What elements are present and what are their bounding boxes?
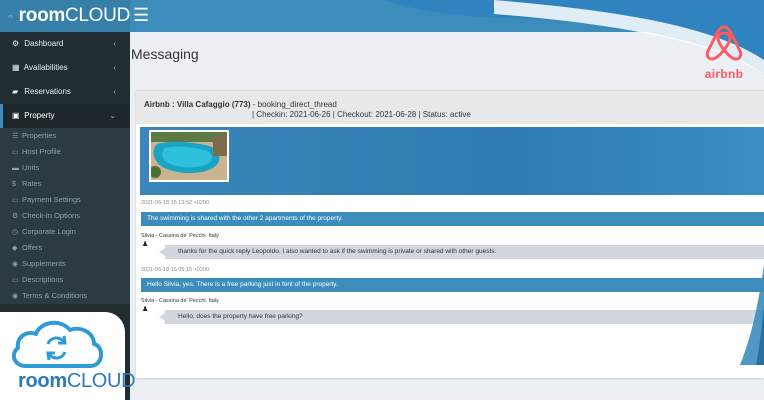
thread-details: | Checkin: 2021-06-26 | Checkout: 2021-0… bbox=[252, 110, 471, 119]
dashboard-icon: ⚙ bbox=[12, 39, 20, 48]
guest-message: thanks for the quick reply Leopoldo. I a… bbox=[159, 245, 764, 259]
id-card-icon: ▭ bbox=[12, 149, 19, 156]
chevron-left-icon: ‹ bbox=[113, 87, 116, 96]
pool-photo[interactable] bbox=[149, 130, 229, 182]
list-icon: ☰ bbox=[12, 133, 19, 140]
clock-icon: ◷ bbox=[12, 229, 19, 236]
sidebar-item-dashboard[interactable]: ⚙ Dashboard ‹ bbox=[0, 32, 130, 56]
sidebar-item-terms-conditions[interactable]: ◉ Terms & Conditions bbox=[0, 288, 130, 304]
airbnb-wordmark: airbnb bbox=[704, 67, 744, 81]
sidebar-item-label: Supplements bbox=[22, 259, 66, 268]
user-icon: ♟ bbox=[142, 306, 149, 313]
sidebar-item-label: Payment Settings bbox=[22, 195, 81, 204]
thread-header: Airbnb : Villa Cafaggio (773) - booking_… bbox=[136, 90, 764, 124]
book-icon: ▰ bbox=[12, 87, 19, 96]
sidebar-item-label: Dashboard bbox=[24, 39, 64, 48]
app-root: { "brand": { "bold": "room", "thin": "CL… bbox=[0, 0, 764, 400]
calendar-icon: ▦ bbox=[12, 63, 20, 72]
thread-title: Airbnb : Villa Cafaggio (773) - booking_… bbox=[144, 100, 764, 109]
credit-card-icon: ▭ bbox=[12, 197, 19, 204]
sidebar-item-host-profile[interactable]: ▭ Host Profile bbox=[0, 144, 130, 160]
sidebar-item-offers[interactable]: ◆ Offers bbox=[0, 240, 130, 256]
main-content: Messaging Airbnb : Villa Cafaggio (773) … bbox=[130, 32, 764, 400]
sidebar-item-label: Units bbox=[22, 163, 40, 172]
guest-message: Hello, does the property have free parki… bbox=[159, 310, 764, 324]
chevron-left-icon: ‹ bbox=[113, 39, 116, 48]
sidebar-item-supplements[interactable]: ◉ Supplements bbox=[0, 256, 130, 272]
sidebar-item-label: Corporate Login bbox=[22, 227, 76, 236]
page-title: Messaging bbox=[131, 46, 199, 62]
tag-icon: ◆ bbox=[12, 245, 18, 252]
sidebar-item-properties[interactable]: ☰ Properties bbox=[0, 128, 130, 144]
menu-toggle-icon[interactable]: ☰ bbox=[133, 4, 151, 26]
sidebar-item-label: Terms & Conditions bbox=[22, 291, 88, 300]
sidebar-item-label: Property bbox=[24, 111, 55, 120]
sidebar-item-corporate-login[interactable]: ◷ Corporate Login bbox=[0, 224, 130, 240]
airbnb-belo-icon bbox=[705, 25, 743, 61]
cloud-sync-icon bbox=[11, 320, 103, 368]
gavel-icon: ◉ bbox=[12, 293, 19, 300]
guest-name: Silvia - Cassina de' Pecchi, Italy bbox=[141, 233, 219, 239]
attachments-panel bbox=[140, 127, 764, 195]
message-thread-box: Airbnb : Villa Cafaggio (773) - booking_… bbox=[136, 90, 764, 378]
sidebar-item-reservations[interactable]: ▰ Reservations ‹ bbox=[0, 80, 130, 104]
sidebar-item-label: Descriptions bbox=[22, 275, 64, 284]
thread-type: - booking_direct_thread bbox=[250, 100, 337, 109]
roomcloud-badge: roomCLOUD bbox=[0, 312, 136, 400]
comment-icon: ▭ bbox=[12, 277, 19, 284]
roomcloud-wordmark: roomCLOUD bbox=[18, 370, 136, 392]
chevron-down-icon: ⌄ bbox=[109, 111, 116, 120]
sidebar-item-label: Reservations bbox=[24, 87, 71, 96]
pool-image bbox=[151, 132, 227, 180]
message-timestamp: 2021-06-18 15:05:15 +0200 bbox=[141, 267, 210, 273]
sidebar-item-property[interactable]: ▣ Property ⌄ bbox=[0, 104, 130, 128]
cloud-icon bbox=[8, 14, 13, 18]
user-icon: ♟ bbox=[142, 241, 149, 248]
bed-icon: ▬ bbox=[12, 165, 19, 172]
building-icon: ▣ bbox=[12, 111, 20, 120]
host-message: Hello Silvia, yes. There is a free parki… bbox=[141, 278, 764, 292]
sidebar-item-label: Properties bbox=[22, 131, 57, 140]
guest-name: Silvia - Cassina de' Pecchi, Italy bbox=[141, 298, 219, 304]
sidebar-item-label: Host Profile bbox=[22, 147, 61, 156]
sidebar-item-descriptions[interactable]: ▭ Descriptions bbox=[0, 272, 130, 288]
property-submenu: ☰ Properties ▭ Host Profile ▬ Units $ Rates … bbox=[0, 128, 130, 304]
sidebar-item-label: Offers bbox=[22, 243, 43, 252]
sidebar-item-label: Check-In Options bbox=[22, 211, 80, 220]
airbnb-logo: airbnb bbox=[694, 24, 754, 94]
chevron-left-icon: ‹ bbox=[113, 63, 116, 72]
sidebar-item-payment-settings[interactable]: ▭ Payment Settings bbox=[0, 192, 130, 208]
money-icon: $ bbox=[12, 181, 16, 188]
gear-icon: ⚙ bbox=[12, 213, 19, 220]
brand-name: roomCLOUD bbox=[18, 5, 131, 26]
host-message: The swimming is shared with the other 2 … bbox=[141, 212, 764, 226]
thread-property: Airbnb : Villa Cafaggio (773) bbox=[144, 100, 251, 109]
sidebar-item-availabilities[interactable]: ▦ Availabilities ‹ bbox=[0, 56, 130, 80]
brand-logo[interactable]: roomCLOUD bbox=[0, 0, 130, 32]
sidebar-item-rates[interactable]: $ Rates bbox=[0, 176, 130, 192]
sidebar-item-label: Rates bbox=[22, 179, 42, 188]
coins-icon: ◉ bbox=[12, 261, 19, 268]
sidebar-item-label: Availabilities bbox=[23, 63, 68, 72]
sidebar-item-units[interactable]: ▬ Units bbox=[0, 160, 130, 176]
top-navbar: roomCLOUD ☰ bbox=[0, 0, 764, 32]
message-timestamp: 2021-06-18 15:13:52 +0200 bbox=[141, 200, 210, 206]
sidebar-item-check-in-options[interactable]: ⚙ Check-In Options bbox=[0, 208, 130, 224]
